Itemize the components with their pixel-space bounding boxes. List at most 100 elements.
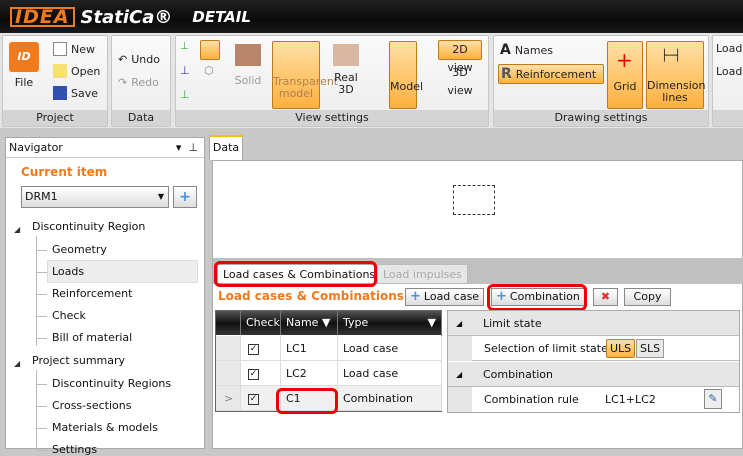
collapse-icon[interactable]: ◢ — [456, 311, 462, 336]
copy-label: Copy — [633, 290, 662, 303]
highlight-box — [214, 261, 377, 287]
edit-pencil-icon[interactable]: ✎ — [704, 389, 722, 409]
reinforcement-button[interactable]: R Reinforcement — [498, 64, 604, 84]
names-button[interactable]: A Names — [500, 42, 553, 58]
tree-item-settings[interactable]: Settings — [52, 443, 97, 456]
tree-item-discontinuity-regions[interactable]: Discontinuity Regions — [52, 377, 171, 390]
model-button[interactable]: Model — [389, 41, 423, 109]
grid-header-name[interactable]: Name ▼ — [281, 311, 338, 335]
add-load-case-button[interactable]: + Load case — [405, 288, 485, 306]
solid-button[interactable]: Solid — [230, 44, 266, 87]
undo-button[interactable]: ↶ Undo — [118, 53, 160, 66]
group-drawing-settings: A Names R Reinforcement + Grid ├─┤ Dimension… — [493, 35, 709, 127]
open-button[interactable]: Open — [53, 64, 100, 78]
axis-xy-icon[interactable]: ⊥ — [180, 41, 189, 52]
new-icon — [53, 42, 67, 56]
check-checkbox[interactable]: ✓ — [248, 343, 259, 355]
limit-state-section[interactable]: ◢ Limit state — [448, 311, 739, 336]
grid-header-type[interactable]: Type ▼ — [338, 311, 442, 335]
grid-header-check[interactable]: Check — [241, 311, 281, 335]
tree-group-discontinuity-region[interactable]: Discontinuity Region — [32, 220, 145, 233]
file-button[interactable]: ID File — [7, 42, 41, 89]
combination-rule-value: LC1+LC2 — [605, 393, 656, 406]
dimension-lines-button[interactable]: ├─┤ Dimension lines — [646, 41, 706, 109]
group-project: ID File New Open Save Project — [2, 35, 108, 127]
row-type: Combination — [338, 386, 442, 411]
current-item-select[interactable]: DRM1 ▼ — [21, 186, 169, 208]
redo-icon: ↷ — [118, 76, 128, 89]
tree-item-loads[interactable]: Loads — [52, 265, 84, 278]
open-label: Open — [71, 64, 101, 78]
axis-active-icon[interactable] — [200, 40, 220, 60]
real-3d-button[interactable]: Real 3D — [328, 44, 364, 96]
cube-icon[interactable]: ⬡ — [204, 64, 214, 77]
group-label: View settings — [176, 110, 488, 126]
preview-drawing — [453, 185, 495, 215]
real-3d-icon — [333, 44, 359, 66]
grid-button[interactable]: + Grid — [607, 41, 643, 109]
pin-icon[interactable]: ▾ ⊥ — [176, 138, 198, 157]
group-data: ↶ Undo ↷ Redo Data — [111, 35, 171, 127]
uls-toggle[interactable]: ULS — [606, 339, 636, 358]
load-case-label: Load case — [423, 290, 480, 303]
add-item-button[interactable]: + — [173, 186, 197, 208]
transparent-model-button[interactable]: Transparent model — [272, 41, 338, 109]
axis-xz-icon[interactable]: ⊥ — [180, 64, 190, 77]
load-button-2[interactable]: Load — [716, 65, 742, 78]
row-indicator-icon: > — [216, 386, 241, 411]
2d-view-button[interactable]: 2D view — [438, 40, 482, 74]
filter-icon[interactable]: ▼ — [322, 316, 330, 329]
group-label: Project — [3, 110, 107, 126]
plus-icon: + — [410, 289, 421, 304]
section-heading: Load cases & Combinations — [218, 289, 404, 303]
tree-item-cross-sections[interactable]: Cross-sections — [52, 399, 131, 412]
save-button[interactable]: Save — [53, 86, 98, 100]
grid-label: Grid — [613, 80, 637, 93]
group-label — [713, 110, 743, 126]
properties-panel: ◢ Limit state Selection of limit state UL… — [447, 310, 740, 413]
copy-button[interactable]: Copy — [624, 288, 671, 306]
tree-item-bill-of-material[interactable]: Bill of material — [52, 331, 132, 344]
collapse-icon[interactable]: ◢ — [14, 225, 20, 234]
row-name: LC1 — [281, 336, 338, 361]
logo-statica: StatiCa® — [80, 6, 173, 28]
sls-toggle[interactable]: SLS — [636, 339, 665, 358]
tab-load-impulses[interactable]: Load impulses — [377, 264, 468, 284]
current-item-label: Current item — [21, 165, 108, 179]
app-logo: IDEA StatiCa® DETAIL — [10, 6, 251, 28]
redo-label: Redo — [131, 76, 159, 89]
file-icon: ID — [9, 42, 39, 72]
combination-section[interactable]: ◢ Combination — [448, 362, 739, 387]
title-bar: IDEA StatiCa® DETAIL — [0, 0, 743, 33]
3d-view-button[interactable]: 3D view — [438, 64, 482, 100]
load-button-1[interactable]: Load — [716, 42, 742, 55]
tab-data[interactable]: Data — [209, 135, 243, 160]
tree-group-project-summary[interactable]: Project summary — [32, 354, 125, 367]
tree-item-geometry[interactable]: Geometry — [52, 243, 107, 256]
type-header-label: Type — [343, 316, 369, 329]
save-label: Save — [71, 86, 99, 100]
collapse-icon[interactable]: ◢ — [14, 359, 20, 368]
tree-item-materials-models[interactable]: Materials & models — [52, 421, 158, 434]
navigator-title: Navigator — [9, 141, 63, 154]
group-label: Drawing settings — [494, 110, 708, 126]
check-checkbox[interactable]: ✓ — [248, 368, 259, 380]
group-label: Data — [112, 110, 170, 126]
highlight-box — [487, 284, 587, 311]
real-3d-label: Real 3D — [334, 71, 358, 96]
limit-state-label: Selection of limit state — [484, 342, 608, 355]
axis-yz-icon[interactable]: ⊥ — [180, 88, 190, 101]
check-checkbox[interactable]: ✓ — [248, 393, 259, 405]
tree-item-check[interactable]: Check — [52, 309, 86, 322]
folder-icon — [53, 64, 67, 78]
filter-icon[interactable]: ▼ — [428, 311, 436, 335]
name-header-label: Name — [286, 316, 319, 329]
3d-view-label: 3D view — [447, 66, 473, 97]
plus-icon: + — [179, 189, 191, 205]
new-button[interactable]: New — [53, 42, 95, 56]
delete-button[interactable]: ✖ — [593, 288, 618, 306]
collapse-icon[interactable]: ◢ — [456, 362, 462, 387]
dimension-label: Dimension lines — [647, 79, 706, 104]
redo-button[interactable]: ↷ Redo — [118, 76, 159, 89]
tree-item-reinforcement[interactable]: Reinforcement — [52, 287, 132, 300]
